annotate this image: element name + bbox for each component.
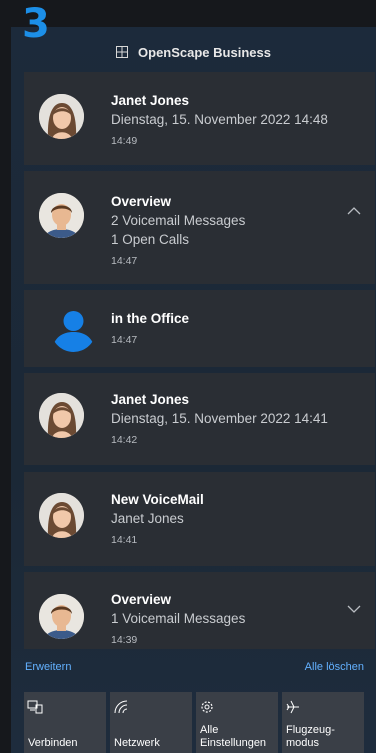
notification-line: 1 Voicemail Messages [111,611,246,626]
notification-title: Janet Jones [111,93,190,108]
clear-all-link[interactable]: Alle löschen [305,661,364,673]
notification-line: 1 Open Calls [111,232,190,247]
notification-title: New VoiceMail [111,492,204,507]
person-icon [51,307,96,352]
avatar [39,94,84,139]
notification-title: Janet Jones [111,392,190,407]
airplane-mode-tile[interactable]: Flugzeug-modus [282,692,364,753]
notification-title: in the Office [111,311,190,326]
airplane-icon [285,699,301,715]
grid-icon [116,46,129,58]
notification-time: 14:42 [111,434,138,446]
network-icon [113,699,129,715]
notification-title: Overview [111,194,172,209]
tile-label: Verbinden [28,737,78,749]
all-settings-tile[interactable]: Alle Einstellungen [196,692,278,753]
connect-icon [27,699,43,715]
notification-card[interactable]: Janet Jones Dienstag, 15. November 2022 … [24,72,375,165]
notification-line: Dienstag, 15. November 2022 14:48 [111,112,328,127]
notification-line: 2 Voicemail Messages [111,213,246,228]
tile-label: Flugzeug-modus [286,724,335,749]
notification-card[interactable]: Overview 1 Voicemail Messages 14:39 [24,572,375,649]
notification-card[interactable]: New VoiceMail Janet Jones 14:41 [24,472,375,566]
chevron-down-icon[interactable] [347,601,361,613]
notification-card[interactable]: Overview 2 Voicemail Messages 1 Open Cal… [24,171,375,284]
footer-links: Erweitern Alle löschen [25,661,376,677]
avatar [39,493,84,538]
notification-card[interactable]: Janet Jones Dienstag, 15. November 2022 … [24,373,375,465]
tile-label: Netzwerk [114,737,160,749]
avatar [39,594,84,639]
quick-actions: Verbinden Netzwerk Alle Einstellungen Fl… [24,692,376,753]
gear-icon [199,699,215,715]
connect-tile[interactable]: Verbinden [24,692,106,753]
action-center-panel: OpenScape Business Janet Jones Dienstag,… [11,27,376,753]
notification-time: 14:41 [111,534,138,546]
notification-card[interactable]: in the Office 14:47 [24,290,375,367]
notification-time: 14:49 [111,135,138,147]
avatar [39,393,84,438]
notification-time: 14:47 [111,255,138,267]
network-tile[interactable]: Netzwerk [110,692,192,753]
chevron-up-icon[interactable] [347,203,361,215]
app-name: OpenScape Business [138,44,271,60]
avatar [39,193,84,238]
tile-label: Alle Einstellungen [200,724,267,749]
notification-title: Overview [111,592,172,607]
step-number: 3 [22,1,50,47]
notification-line: Janet Jones [111,511,184,526]
notification-time: 14:47 [111,334,138,346]
expand-link[interactable]: Erweitern [25,661,71,673]
notification-time: 14:39 [111,634,138,646]
app-group-header: OpenScape Business [11,40,376,64]
notification-line: Dienstag, 15. November 2022 14:41 [111,411,328,426]
